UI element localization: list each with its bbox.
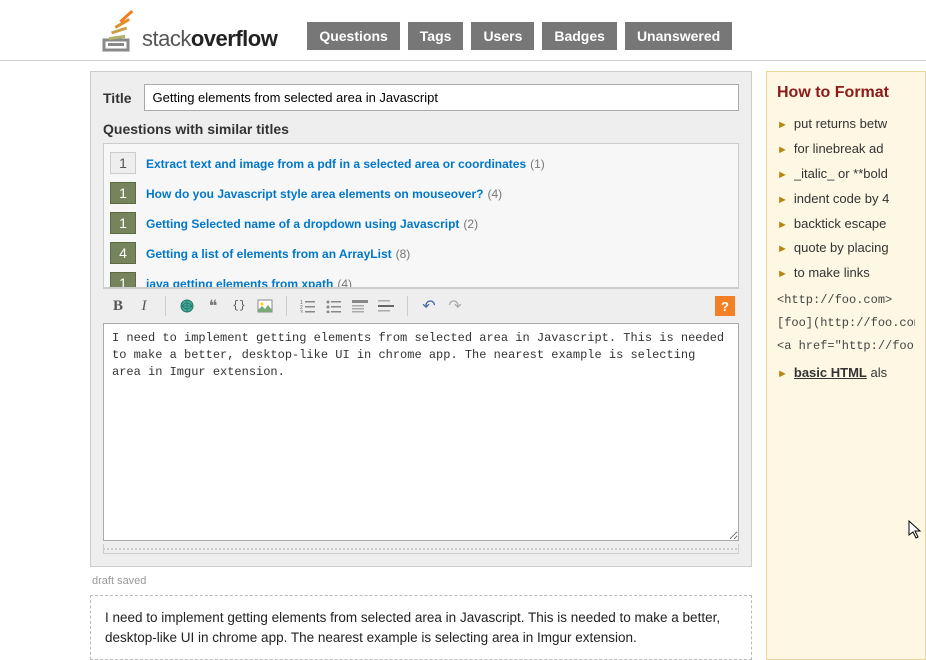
image-button[interactable] (254, 295, 276, 317)
toolbar-separator (165, 296, 166, 316)
logo[interactable]: stackoverflow (100, 10, 277, 52)
ordered-list-button[interactable]: 123 (297, 295, 319, 317)
similar-row[interactable]: 4 Getting a list of elements from an Arr… (104, 238, 738, 268)
svg-text:3: 3 (300, 310, 303, 313)
answer-count: (2) (463, 217, 478, 231)
preview-pane: I need to implement getting elements fro… (90, 595, 752, 660)
editor-help-button[interactable]: ? (715, 296, 735, 316)
similar-link[interactable]: Getting Selected name of a dropdown usin… (146, 217, 459, 231)
similar-row[interactable]: 1 Getting Selected name of a dropdown us… (104, 208, 738, 238)
unordered-list-button[interactable] (323, 295, 345, 317)
undo-button[interactable]: ↶ (418, 295, 440, 317)
quote-button[interactable]: ❝ (202, 295, 224, 317)
nav-badges[interactable]: Badges (542, 22, 617, 50)
nav-tags[interactable]: Tags (408, 22, 464, 50)
similar-row[interactable]: 1 How do you Javascript style area eleme… (104, 178, 738, 208)
toolbar-separator (407, 296, 408, 316)
bullet-icon: ► (777, 118, 788, 132)
similar-titles-list[interactable]: 1 Extract text and image from a pdf in a… (103, 143, 739, 288)
bullet-icon: ► (777, 193, 788, 207)
format-tip: _italic_ or **bold (794, 166, 888, 183)
format-tip: quote by placing (794, 240, 889, 257)
primary-nav: Questions Tags Users Badges Unanswered (307, 22, 732, 50)
format-tip: basic HTML als (794, 365, 887, 382)
format-help-sidebar: How to Format ► put returns betw ► for lin… (766, 71, 926, 660)
similar-row[interactable]: 1 java getting elements from xpath (4) (104, 268, 738, 288)
nav-unanswered[interactable]: Unanswered (625, 22, 732, 50)
title-input[interactable] (144, 84, 739, 111)
similar-link[interactable]: Extract text and image from a pdf in a s… (146, 157, 526, 171)
link-button[interactable] (176, 295, 198, 317)
ask-panel: Title Questions with similar titles 1 Ex… (90, 71, 752, 567)
format-code-example: <http://foo.com> (777, 292, 915, 309)
format-code-example: <a href="http://foo. (777, 338, 915, 355)
format-tip: backtick escape (794, 216, 887, 233)
answer-count: (4) (337, 277, 352, 289)
vote-badge: 1 (110, 182, 136, 204)
bullet-icon: ► (777, 267, 788, 281)
bullet-icon: ► (777, 367, 788, 381)
bullet-icon: ► (777, 242, 788, 256)
bullet-icon: ► (777, 143, 788, 157)
format-tip: to make links (794, 265, 870, 282)
editor-toolbar: B I ❝ {} 123 (103, 288, 739, 323)
answer-count: (1) (530, 157, 545, 171)
bold-button[interactable]: B (107, 295, 129, 317)
nav-questions[interactable]: Questions (307, 22, 399, 50)
sidebar-title: How to Format (777, 84, 915, 102)
vote-badge: 1 (110, 272, 136, 288)
similar-link[interactable]: How do you Javascript style area element… (146, 187, 483, 201)
italic-button[interactable]: I (133, 295, 155, 317)
stackoverflow-icon (100, 10, 138, 52)
header: stackoverflow Questions Tags Users Badge… (0, 10, 926, 61)
logo-text: stackoverflow (142, 26, 277, 52)
body-editor[interactable] (103, 323, 739, 541)
main-column: Title Questions with similar titles 1 Ex… (90, 71, 752, 660)
similar-link[interactable]: java getting elements from xpath (146, 277, 333, 289)
bullet-icon: ► (777, 218, 788, 232)
format-tip: put returns betw (794, 116, 887, 133)
code-button[interactable]: {} (228, 295, 250, 317)
resize-grippie[interactable] (103, 544, 739, 554)
bullet-icon: ► (777, 168, 788, 182)
heading-button[interactable] (349, 295, 371, 317)
redo-button[interactable]: ↷ (444, 295, 466, 317)
title-label: Title (103, 90, 132, 106)
draft-saved-label: draft saved (90, 567, 752, 595)
nav-users[interactable]: Users (471, 22, 534, 50)
basic-html-link[interactable]: basic HTML (794, 365, 867, 380)
format-tip: indent code by 4 (794, 191, 889, 208)
vote-badge: 4 (110, 242, 136, 264)
similar-link[interactable]: Getting a list of elements from an Array… (146, 247, 392, 261)
format-code-example: [foo](http://foo.com (777, 315, 915, 332)
format-tip: for linebreak ad (794, 141, 884, 158)
toolbar-separator (286, 296, 287, 316)
similar-row[interactable]: 1 Extract text and image from a pdf in a… (104, 148, 738, 178)
vote-badge: 1 (110, 212, 136, 234)
hr-button[interactable] (375, 295, 397, 317)
answer-count: (8) (396, 247, 411, 261)
vote-badge: 1 (110, 152, 136, 174)
answer-count: (4) (487, 187, 502, 201)
similar-titles-heading: Questions with similar titles (103, 121, 739, 137)
